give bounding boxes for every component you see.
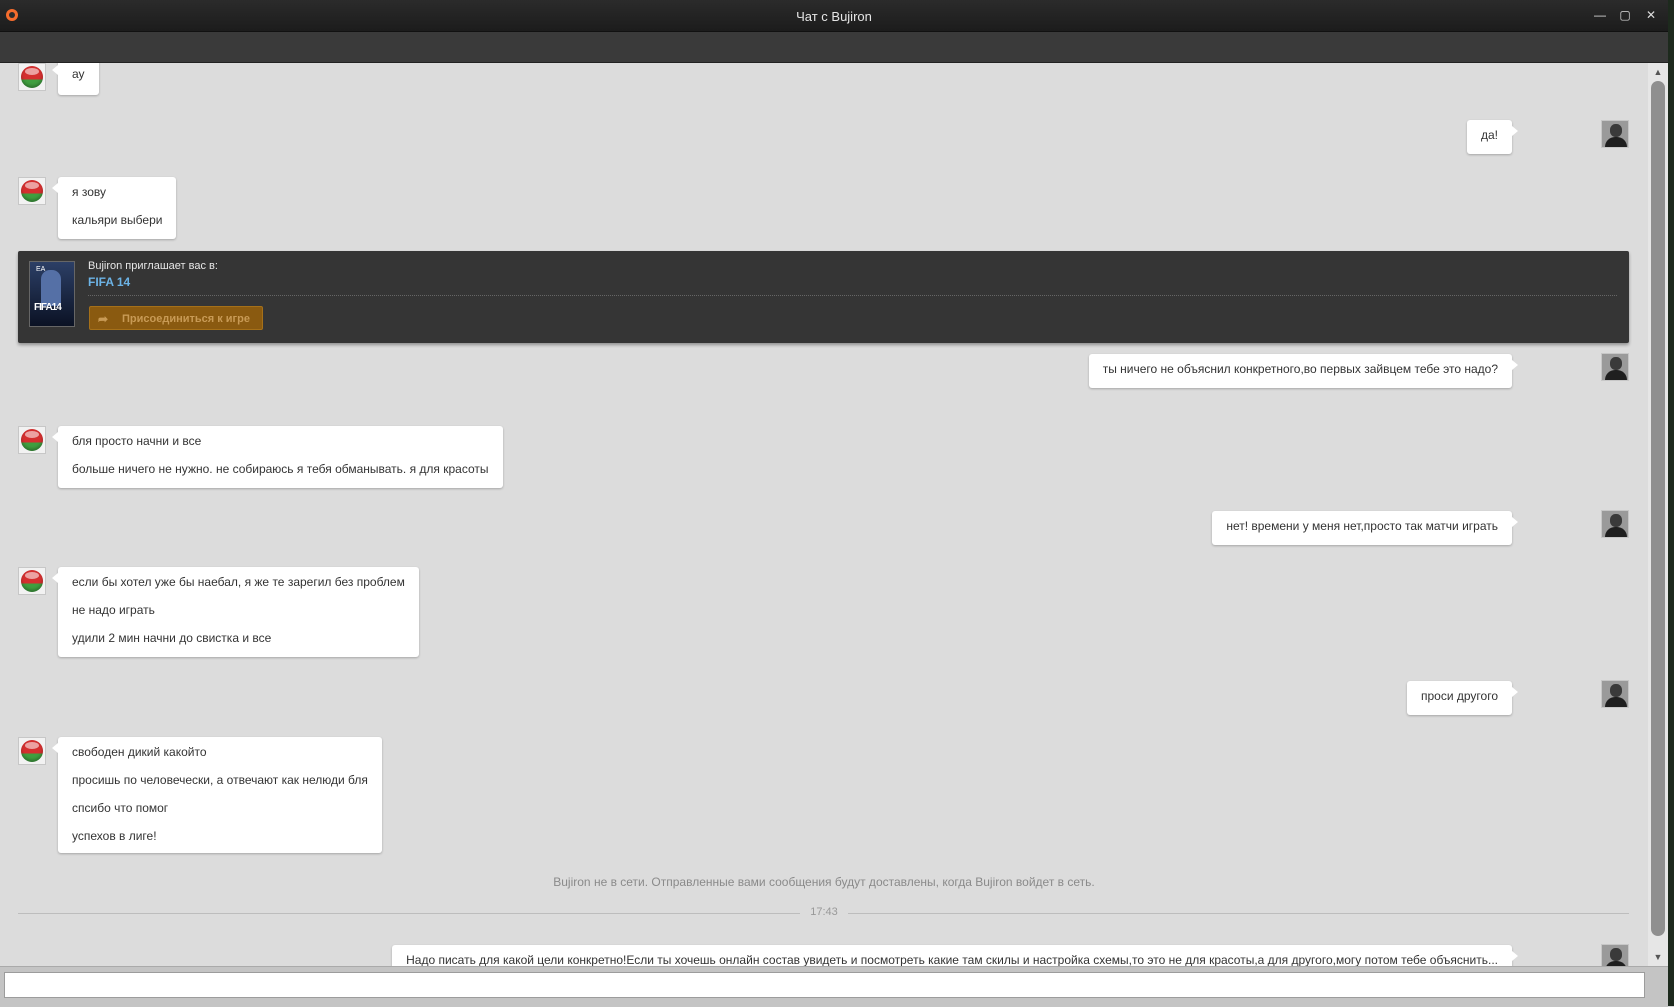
share-arrow-icon: ➦ [98,312,109,326]
message-text: да! [1480,128,1498,142]
title-bar: Чат с Bujiron — ▢ ✕ [0,0,1668,32]
avatar-bujiron[interactable] [18,63,46,91]
avatar-bujiron[interactable] [18,737,46,765]
invite-divider [88,295,1617,296]
minimize-icon[interactable]: — [1592,7,1608,23]
chat-scrollbar[interactable]: ▲ ▼ [1648,63,1668,966]
message-input[interactable] [4,972,1645,998]
message-compose-area [0,966,1668,1007]
chat-history: ау да! я зову кальяри выбери EA FIFA14 B… [0,63,1648,966]
scroll-down-arrow-icon[interactable]: ▼ [1648,950,1668,964]
join-game-label: Присоединиться к игре [122,313,250,325]
message-text: просишь по человечески, а отвечают как н… [72,773,368,787]
message-text: удили 2 мин начни до свистка и все [72,631,272,645]
message-text: нет! времени у меня нет,просто так матчи… [1226,519,1498,533]
background-edge [1668,0,1674,1006]
cover-player-figure [41,270,61,306]
message-bubble: бля просто начни и все больше ничего не … [52,426,503,488]
message-bubble: нет! времени у меня нет,просто так матчи… [1212,511,1518,545]
close-icon[interactable]: ✕ [1643,7,1659,23]
cover-logo: FIFA14 [34,302,62,313]
message-text: проси другого [1421,689,1498,703]
message-text: ау [72,67,85,81]
toolbar [0,32,1668,63]
message-text: успехов в лиге! [72,829,157,843]
window-title: Чат с Bujiron [796,9,872,24]
invite-text: Bujiron приглашает вас в: [88,260,218,272]
message-bubble: я зову кальяри выбери [51,177,177,239]
message-bubble: свободен дикий какойто просишь по челове… [52,737,382,853]
avatar-self[interactable] [1601,944,1629,966]
message-text: бля просто начни и все [72,434,202,448]
game-cover-image: EA FIFA14 [29,261,75,327]
message-bubble: да! [1466,120,1519,154]
offline-status-notice: Bujiron не в сети. Отправленные вами соо… [553,875,1095,889]
message-text: ты ничего не объяснил конкретного,во пер… [1102,362,1498,376]
message-text: я зову [72,185,106,199]
scrollbar-thumb[interactable] [1651,81,1665,936]
scroll-up-arrow-icon[interactable]: ▲ [1648,65,1668,79]
game-invite-card: EA FIFA14 Bujiron приглашает вас в: FIFA… [18,251,1629,343]
message-text: больше ничего не нужно. не собираюсь я т… [72,462,489,476]
message-text: кальяри выбери [72,213,163,227]
avatar-bujiron[interactable] [18,177,46,205]
avatar-bujiron[interactable] [18,567,46,595]
message-text: свободен дикий какойто [72,745,207,759]
avatar-self[interactable] [1601,353,1629,381]
maximize-icon[interactable]: ▢ [1617,7,1633,23]
message-text: если бы хотел уже бы наебал, я же те зар… [72,575,405,589]
message-text: Надо писать для какой цели конкретно!Есл… [406,953,1498,966]
invite-game-link[interactable]: FIFA 14 [88,275,130,289]
message-bubble: Надо писать для какой цели конкретно!Есл… [392,945,1518,966]
message-text: не надо играть [72,603,155,617]
timestamp: 17:43 [800,906,848,918]
message-bubble: если бы хотел уже бы наебал, я же те зар… [52,567,419,657]
avatar-self[interactable] [1601,680,1629,708]
message-bubble: ты ничего не объяснил конкретного,во пер… [1088,354,1519,388]
message-text: спсибо что помог [72,801,169,815]
message-bubble: ау [52,63,99,95]
join-game-button[interactable]: ➦ Присоединиться к игре [89,306,263,330]
message-bubble: проси другого [1407,681,1518,715]
avatar-bujiron[interactable] [18,426,46,454]
avatar-self[interactable] [1601,120,1629,148]
avatar-self[interactable] [1601,510,1629,538]
